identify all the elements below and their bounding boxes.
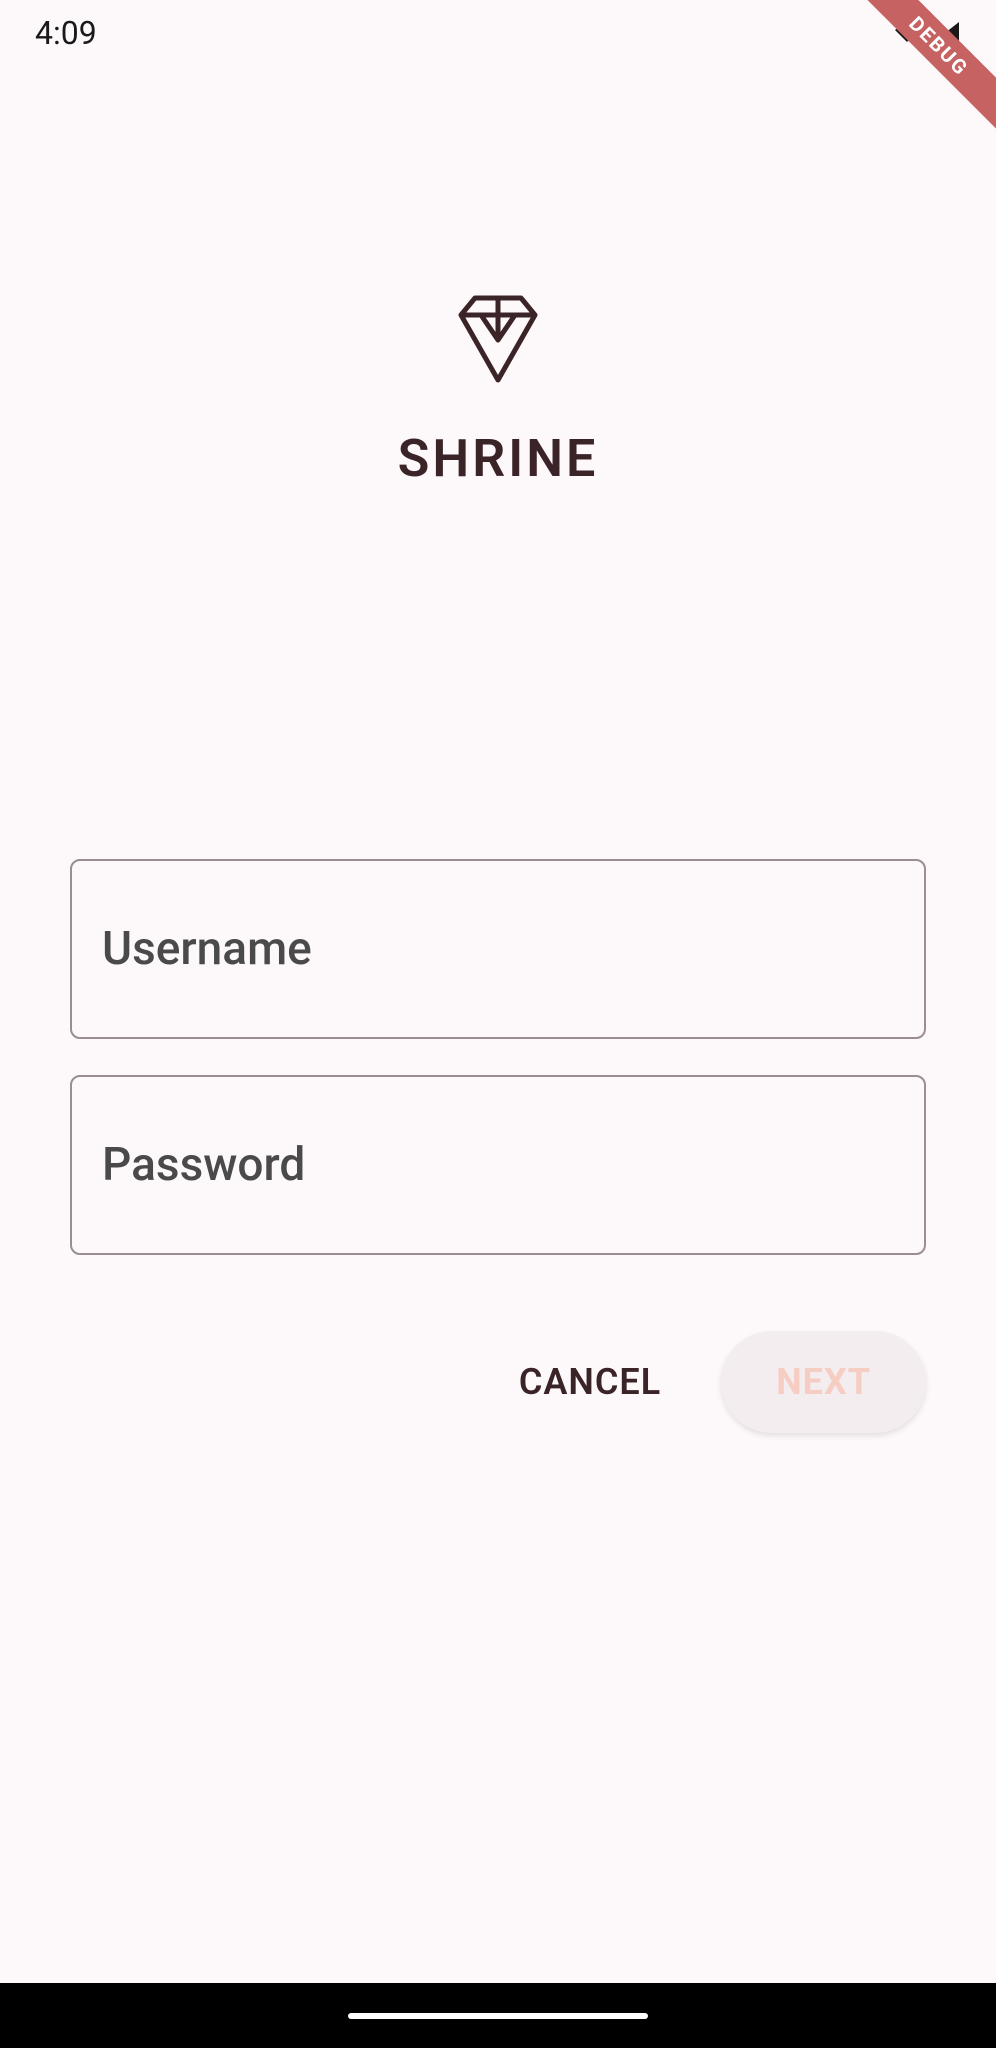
button-row: CANCEL NEXT [70, 1331, 926, 1433]
nav-handle[interactable] [348, 2013, 648, 2019]
username-input[interactable] [70, 859, 926, 1039]
password-input[interactable] [70, 1075, 926, 1255]
navigation-bar [0, 1983, 996, 2048]
cancel-button[interactable]: CANCEL [499, 1331, 681, 1433]
login-content: SHRINE CANCEL NEXT [0, 55, 996, 1433]
app-title: SHRINE [398, 428, 599, 489]
status-bar: 4:09 [0, 0, 996, 55]
next-button[interactable]: NEXT [721, 1331, 926, 1433]
diamond-logo-icon [451, 290, 545, 388]
status-time: 4:09 [35, 14, 97, 52]
